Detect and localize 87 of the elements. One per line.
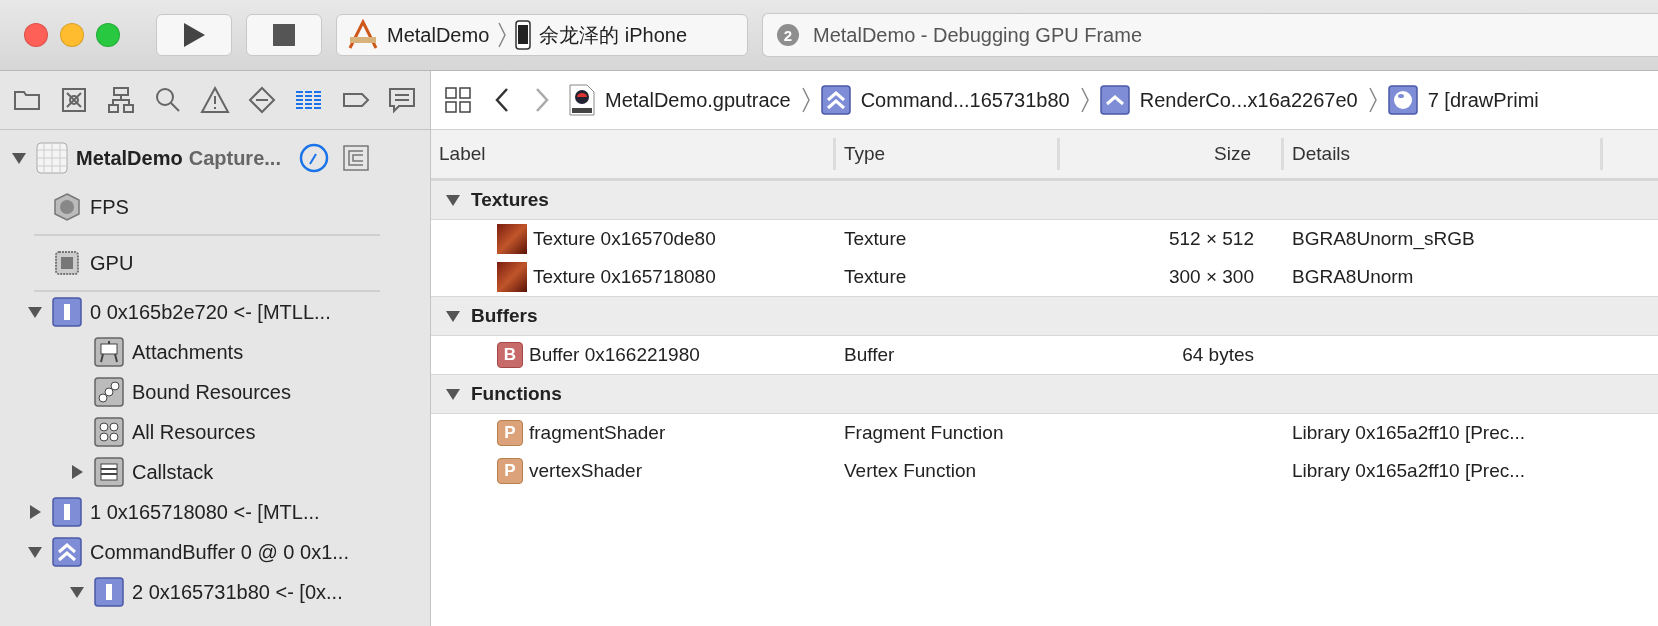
column-header[interactable]: Size xyxy=(1060,138,1284,170)
scheme-name: MetalDemo xyxy=(387,23,490,47)
run-button[interactable] xyxy=(156,14,232,56)
tree-item-label[interactable]: 0 0x165b2e720 <- [MTLL... xyxy=(90,300,331,324)
stop-icon xyxy=(273,24,295,46)
size-cell-text: 300 × 300 xyxy=(1167,266,1255,288)
close-button[interactable] xyxy=(24,23,48,47)
tree-item-label[interactable]: Attachments xyxy=(132,340,244,364)
type-cell-text: Texture xyxy=(843,228,908,250)
gauge-icon[interactable] xyxy=(298,143,329,173)
panel-icon[interactable] xyxy=(342,145,369,171)
breadcrumb-item[interactable]: 7 [drawPrimi xyxy=(1427,88,1539,112)
phone-icon xyxy=(515,20,532,50)
letter-badge: P xyxy=(497,458,523,484)
scheme-selector[interactable]: MetalDemo 余龙泽的 iPhone xyxy=(336,14,748,56)
four-circles-icon xyxy=(94,417,124,447)
type-cell-text: Buffer xyxy=(843,344,896,366)
resource-label[interactable]: fragmentShader xyxy=(529,422,666,444)
details-cell-text: BGRA8Unorm xyxy=(1291,266,1415,288)
disclosure-triangle-down[interactable] xyxy=(69,584,85,600)
breadcrumb-item[interactable]: MetalDemo.gputrace xyxy=(605,88,791,112)
group-title: Buffers xyxy=(471,305,538,327)
tree-item-label[interactable]: 1 0x165718080 <- [MTL... xyxy=(90,500,320,524)
column-header[interactable]: Details xyxy=(1284,138,1603,170)
details-cell-text: Library 0x165a2ff10 [Prec... xyxy=(1291,460,1527,482)
letter-badge: P xyxy=(497,420,523,446)
stop-button[interactable] xyxy=(246,14,322,56)
group-title: Functions xyxy=(471,383,562,405)
details-cell-text: BGRA8Unorm_sRGB xyxy=(1291,228,1476,250)
resource-label[interactable]: vertexShader xyxy=(529,460,642,482)
disclosure-triangle-down[interactable] xyxy=(11,150,27,166)
size-cell-text: 512 × 512 xyxy=(1167,228,1255,250)
list-icon xyxy=(94,457,124,487)
chevrons-up-icon xyxy=(820,85,851,115)
size-cell-text: 64 bytes xyxy=(1181,344,1255,366)
type-cell-text: Texture xyxy=(843,266,908,288)
resource-label[interactable]: Texture 0x165718080 xyxy=(533,266,716,288)
disclosure-triangle-down[interactable] xyxy=(445,386,461,402)
tree-item-label[interactable]: 2 0x165731b80 <- [0x... xyxy=(132,580,343,604)
tree-item-label[interactable]: All Resources xyxy=(132,420,256,444)
column-header[interactable]: Type xyxy=(836,138,1060,170)
tree-item-label[interactable]: Callstack xyxy=(132,460,214,484)
texture-thumbnail xyxy=(497,224,527,254)
grid-icon[interactable] xyxy=(445,87,471,113)
letter-badge: B xyxy=(497,342,523,368)
breadcrumb-item[interactable]: Command...165731b80 xyxy=(860,88,1070,112)
breadcrumb-separator-icon xyxy=(1367,86,1378,114)
resource-label[interactable]: Buffer 0x166221980 xyxy=(529,344,700,366)
type-cell-text: Fragment Function xyxy=(843,422,1005,444)
tree-item-label[interactable]: GPU xyxy=(90,251,134,275)
device-name: 余龙泽的 iPhone xyxy=(539,22,688,48)
easel-icon xyxy=(94,337,124,367)
activity-status: MetalDemo - Debugging GPU Frame xyxy=(813,23,1142,47)
capture-subtitle: Capture... xyxy=(188,146,281,170)
disclosure-triangle-down[interactable] xyxy=(445,308,461,324)
disclosure-triangle-down[interactable] xyxy=(27,544,43,560)
linked-circles-icon xyxy=(94,377,124,407)
breadcrumb-item[interactable]: RenderCo...x16a2267e0 xyxy=(1139,88,1358,112)
encoder-icon xyxy=(52,497,82,527)
group-title: Textures xyxy=(471,189,549,211)
column-header[interactable]: Label xyxy=(431,138,836,170)
tree-item-label[interactable]: FPS xyxy=(90,195,129,219)
breadcrumb-separator-icon xyxy=(497,21,508,49)
disclosure-triangle-right[interactable] xyxy=(27,504,43,520)
chevron-up-icon xyxy=(1099,85,1130,115)
document-icon xyxy=(569,84,595,116)
issue-count: 2 xyxy=(777,24,799,46)
encoder-icon xyxy=(52,297,82,327)
chip-icon xyxy=(52,248,82,278)
disclosure-triangle-down[interactable] xyxy=(445,192,461,208)
cube-icon xyxy=(52,192,82,222)
tree-item-label[interactable]: Bound Resources xyxy=(132,380,291,404)
disclosure-triangle-right[interactable] xyxy=(69,464,85,480)
disclosure-triangle-down[interactable] xyxy=(27,304,43,320)
tree-item-label[interactable]: CommandBuffer 0 @ 0 0x1... xyxy=(90,540,349,564)
details-cell-text: Library 0x165a2ff10 [Prec... xyxy=(1291,422,1527,444)
texture-thumbnail xyxy=(497,262,527,292)
grid-document-icon xyxy=(36,142,68,174)
type-cell-text: Vertex Function xyxy=(843,460,978,482)
chevrons-up-icon xyxy=(52,537,82,567)
play-icon xyxy=(182,22,206,48)
breadcrumb-separator-icon xyxy=(1079,86,1090,114)
compass-ruler-icon xyxy=(347,19,379,51)
resource-label[interactable]: Texture 0x16570de80 xyxy=(533,228,716,250)
breadcrumb-separator-icon xyxy=(800,86,811,114)
capture-title[interactable]: MetalDemo xyxy=(76,146,183,170)
encoder-icon xyxy=(94,577,124,607)
